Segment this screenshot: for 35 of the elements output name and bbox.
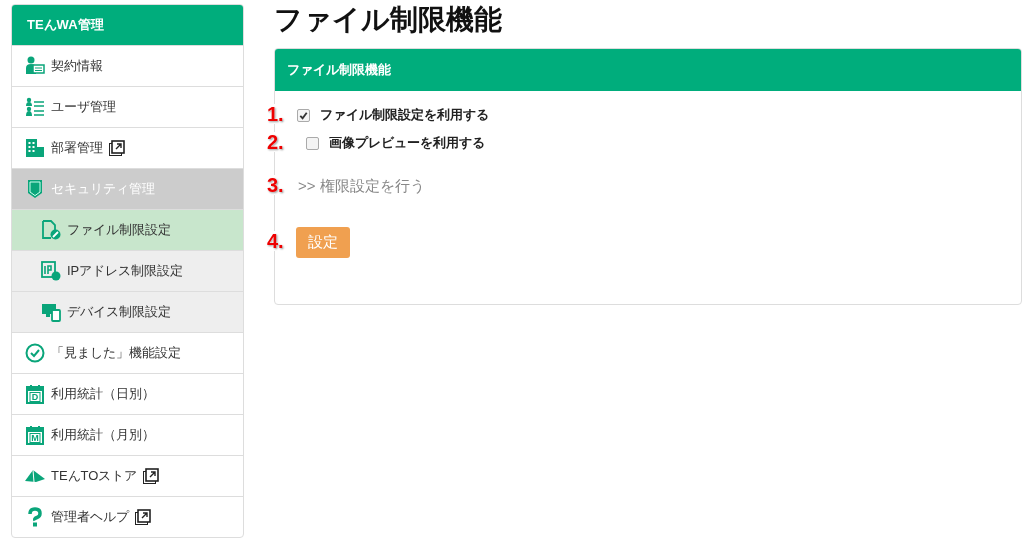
sidebar-item[interactable]: 「見ました」機能設定: [12, 332, 243, 373]
building-icon: [25, 138, 45, 158]
permission-link[interactable]: >> 権限設定を行う: [298, 176, 425, 196]
sidebar-item[interactable]: M 利用統計（月別）: [12, 414, 243, 455]
sidebar-subitem[interactable]: デバイス制限設定: [12, 291, 243, 332]
sidebar-item[interactable]: 管理者ヘルプ: [12, 496, 243, 537]
checkbox[interactable]: [297, 108, 310, 122]
devices-icon: [41, 302, 61, 322]
panel-title: ファイル制限機能: [275, 49, 1021, 91]
step-number: 2.: [265, 132, 286, 152]
calendar-letter: M: [30, 433, 40, 443]
calendar-icon: [25, 425, 45, 445]
sidebar-subitem[interactable]: ファイル制限設定: [12, 209, 243, 250]
file-blocked-icon: [41, 220, 61, 240]
checkbox-label: 画像プレビューを利用する: [329, 134, 485, 152]
sidebar-subitem[interactable]: IPアドレス制限設定: [12, 250, 243, 291]
step-number: 3.: [265, 175, 286, 195]
step-number: 1.: [265, 104, 286, 124]
sidebar-item[interactable]: 契約情報: [12, 45, 243, 86]
sidebar-item[interactable]: TEんTOストア: [12, 455, 243, 496]
shield-icon: [25, 179, 45, 199]
person-screen-icon: [25, 56, 45, 76]
calendar-letter: D: [30, 392, 40, 402]
step-number: 4.: [265, 231, 286, 251]
checkbox[interactable]: [306, 136, 319, 150]
sidebar-title: TEんWA管理: [12, 5, 243, 45]
checkbox-label: ファイル制限設定を利用する: [320, 106, 489, 124]
calendar-icon: [25, 384, 45, 404]
sidebar-item[interactable]: ユーザ管理: [12, 86, 243, 127]
sidebar-item[interactable]: D 利用統計（日別）: [12, 373, 243, 414]
page-title: ファイル制限機能: [274, 4, 503, 36]
check-circle-icon: [25, 343, 45, 363]
question-mark-icon: [25, 507, 45, 527]
ip-badge-icon: [41, 261, 61, 281]
user-list-icon: [25, 97, 45, 117]
